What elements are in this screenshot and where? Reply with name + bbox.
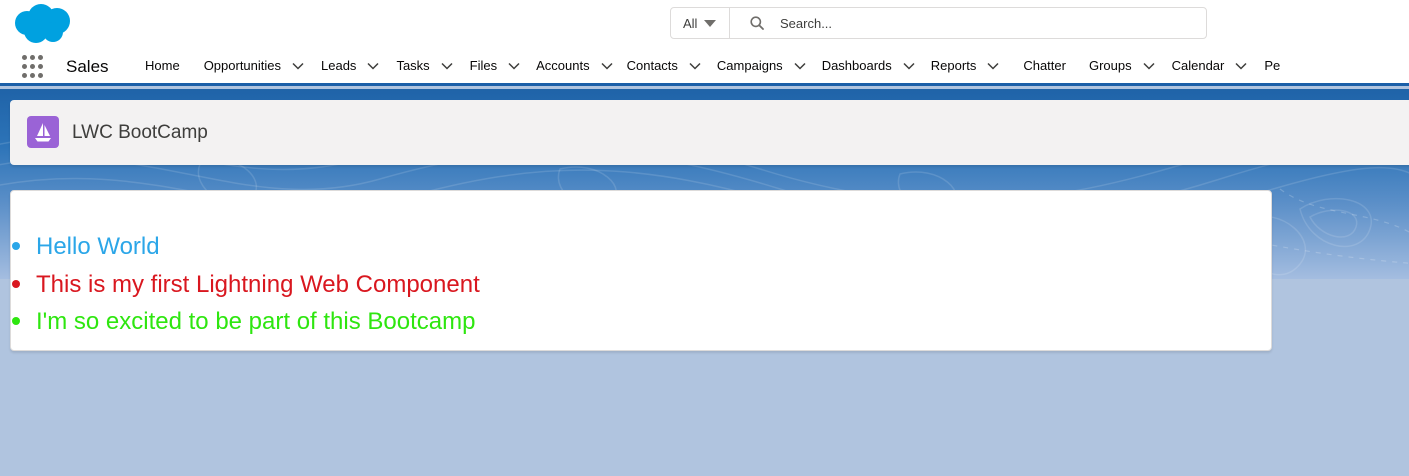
nav-item-calendar[interactable]: Calendar [1172, 58, 1249, 73]
chevron-down-icon[interactable] [507, 59, 521, 73]
nav-item-accounts[interactable]: Accounts [536, 58, 613, 73]
nav-item-label: Reports [930, 58, 977, 73]
nav-item-label: Leads [321, 58, 357, 73]
global-header: All [0, 0, 1409, 48]
nav-item-pe[interactable]: Pe [1264, 58, 1280, 73]
nav-item-chatter[interactable]: Chatter [1023, 58, 1066, 73]
list-item: I'm so excited to be part of this Bootca… [11, 304, 480, 342]
chevron-down-icon[interactable] [600, 59, 614, 73]
list-item: This is my first Lightning Web Component [11, 267, 480, 305]
chevron-down-icon[interactable] [793, 59, 807, 73]
nav-item-label: Campaigns [716, 58, 783, 73]
nav-item-label: Calendar [1171, 58, 1225, 73]
nav-item-contacts[interactable]: Contacts [627, 58, 702, 73]
nav-item-label: Home [145, 58, 180, 73]
nav-item-reports[interactable]: Reports [931, 58, 1001, 73]
nav-item-opportunities[interactable]: Opportunities [204, 58, 305, 73]
message-text: I'm so excited to be part of this Bootca… [36, 308, 476, 335]
nav-item-leads[interactable]: Leads [321, 58, 380, 73]
search-icon [750, 16, 764, 30]
nav-items: Home Opportunities Leads Tasks Files Accounts… [145, 48, 1280, 83]
nav-item-label: Files [469, 58, 498, 73]
nav-item-tasks[interactable]: Tasks [396, 58, 453, 73]
nav-item-label: Opportunities [203, 58, 282, 73]
chevron-down-icon[interactable] [440, 59, 454, 73]
app-name: Sales [66, 57, 109, 76]
component-card: Hello World This is my first Lightning W… [10, 190, 1272, 351]
bullet-dot-icon [12, 279, 20, 288]
nav-item-campaigns[interactable]: Campaigns [717, 58, 807, 73]
chevron-down-icon[interactable] [1142, 59, 1156, 73]
search-box [730, 8, 1206, 38]
message-text: Hello World [36, 233, 160, 260]
nav-item-label: Groups [1088, 58, 1132, 73]
chevron-down-icon[interactable] [986, 59, 1000, 73]
nav-item-groups[interactable]: Groups [1089, 58, 1156, 73]
message-list: Hello World This is my first Lightning W… [11, 229, 480, 342]
chevron-down-icon[interactable] [291, 59, 305, 73]
search-input[interactable] [780, 15, 1160, 31]
page-title: LWC BootCamp [72, 122, 208, 143]
bullet-dot-icon [12, 317, 20, 325]
chevron-down-icon[interactable] [366, 59, 380, 73]
app-launcher-grid-icon[interactable] [22, 55, 46, 79]
salesforce-cloud-icon [15, 4, 70, 43]
app-nav-bar: Sales Home Opportunities Leads Tasks Files Ac… [0, 48, 1409, 86]
nav-item-label: Contacts [626, 58, 678, 73]
chevron-down-icon[interactable] [1234, 59, 1248, 73]
nav-item-label: Pe [1264, 58, 1281, 73]
nav-item-label: Tasks [396, 58, 430, 73]
bullet-dot-icon [12, 242, 20, 250]
nav-item-dashboards[interactable]: Dashboards [822, 58, 916, 73]
message-text: This is my first Lightning Web Component [36, 270, 480, 298]
nav-item-label: Chatter [1023, 58, 1066, 73]
chevron-down-icon[interactable] [688, 59, 702, 73]
page-header: LWC BootCamp [10, 100, 1409, 165]
list-item: Hello World [11, 229, 480, 267]
search-scope-dropdown[interactable]: All [671, 8, 730, 38]
salesforce-logo[interactable] [13, 3, 73, 45]
nav-item-label: Dashboards [821, 58, 892, 73]
sailboat-icon [27, 116, 59, 148]
global-search: All [670, 7, 1207, 39]
search-scope-label: All [683, 15, 698, 31]
nav-item-home[interactable]: Home [145, 58, 180, 73]
caret-down-icon [704, 19, 717, 27]
chevron-down-icon[interactable] [902, 59, 916, 73]
nav-item-files[interactable]: Files [470, 58, 521, 73]
nav-item-label: Accounts [536, 58, 590, 73]
